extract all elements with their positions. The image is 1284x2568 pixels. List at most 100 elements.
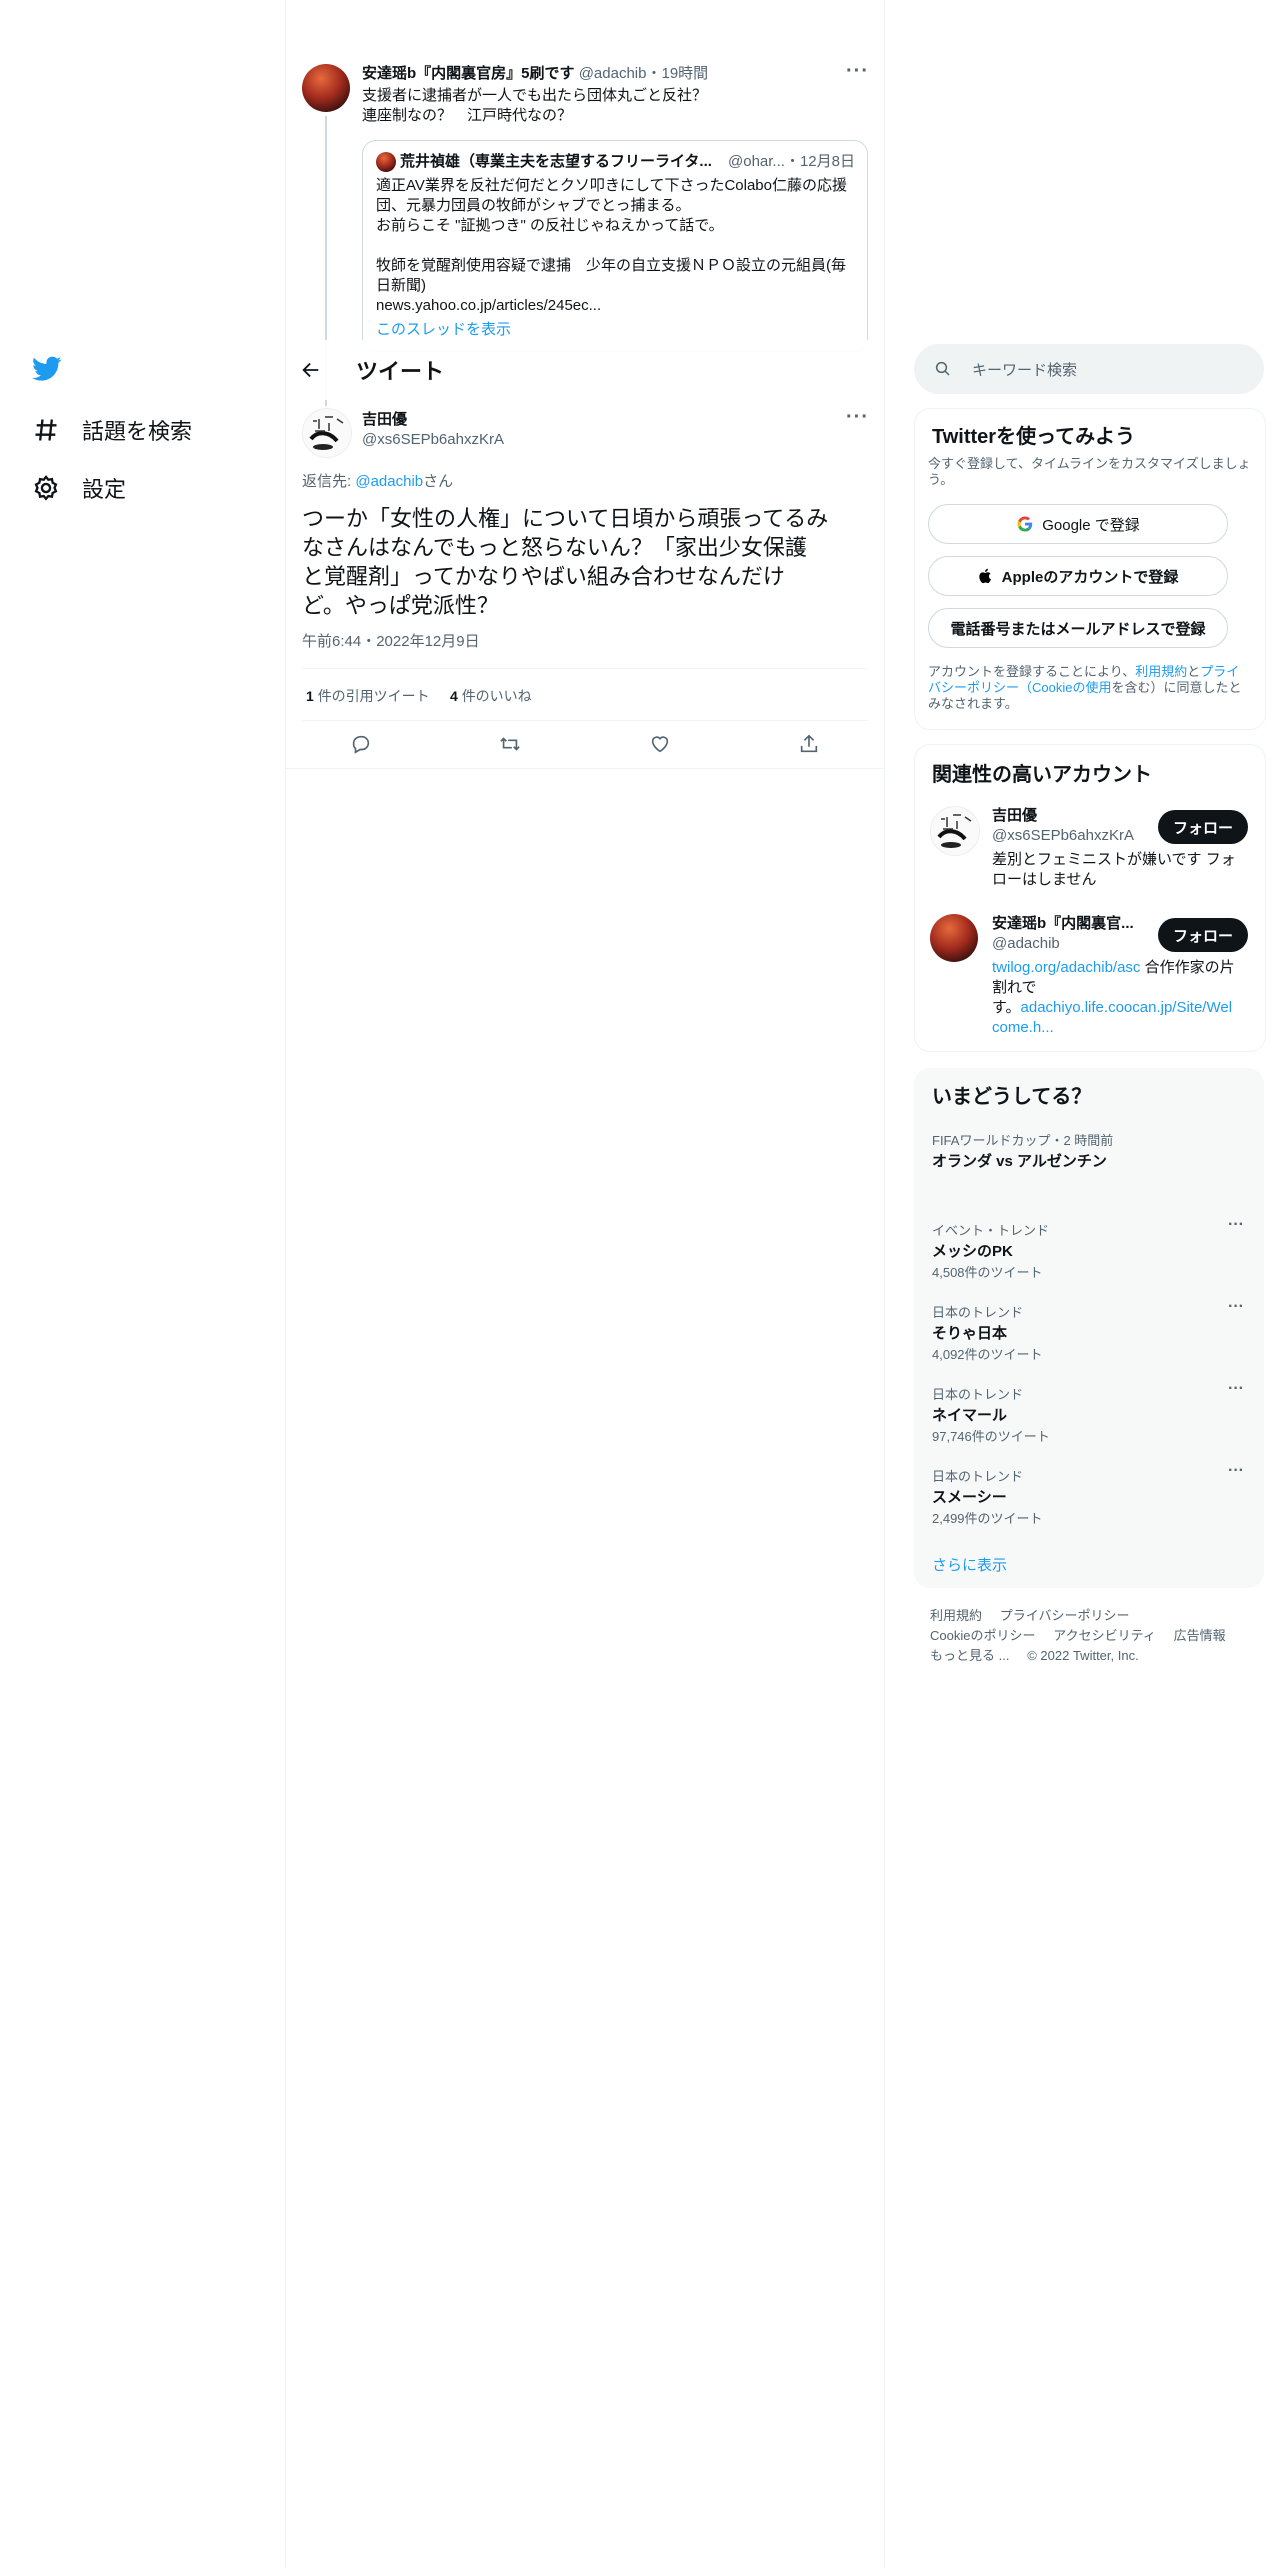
twitter-logo-icon[interactable] <box>32 356 62 387</box>
cookie-link[interactable]: Cookieの使用 <box>1032 680 1111 695</box>
privacy-link[interactable]: バシーポリシー <box>928 680 1019 695</box>
phone-email-signup-label: 電話番号またはメールアドレスで登録 <box>950 620 1206 638</box>
right-divider <box>884 0 885 2568</box>
reply-prefix: 返信先: <box>302 473 356 490</box>
share-icon[interactable] <box>798 733 820 755</box>
parent-tweet-header: 安達瑶b『内閣裏官房』5刷です @adachib・19時間 <box>362 65 709 82</box>
quoted-date: 12月8日 <box>799 153 855 170</box>
terms-link[interactable]: 利用規約 <box>1135 664 1187 679</box>
trend-name: メッシのPK <box>932 1243 1013 1260</box>
terms-text: （ <box>1019 680 1033 695</box>
search-input[interactable]: キーワード検索 <box>972 359 1077 380</box>
quoted-text-line: 日新聞) <box>376 277 426 294</box>
quoted-link[interactable]: news.yahoo.co.jp/articles/245ec... <box>376 296 856 316</box>
apple-signup-button[interactable]: Appleのアカウントで登録 <box>928 556 1228 596</box>
follow-button[interactable]: フォロー <box>1158 918 1248 952</box>
related-avatar[interactable] <box>930 806 980 856</box>
parent-author-name[interactable]: 安達瑶b『内閣裏官房』5刷です <box>362 65 575 82</box>
tweet-timestamp[interactable]: 午前6:44・2022年12月9日 <box>302 632 480 652</box>
quoted-text-line: 団、元暴力団員の牧師がシャブでとっ捕まる。 <box>376 197 691 214</box>
trend-category: 日本のトレンド <box>932 1305 1024 1320</box>
likes-stat[interactable]: 4 件のいいね <box>450 686 532 706</box>
related-bio: 差別とフェミニストが嫌いです フォ ローはしません <box>992 850 1236 890</box>
privacy-link[interactable]: プライ <box>1200 664 1239 679</box>
main-tweet-text: つーか「女性の人権」について日頃から頑張ってるみ なさんはなんでもっと怒らないん… <box>302 504 828 620</box>
main-author-handle[interactable]: @xs6SEPb6ahxzKrA <box>362 430 504 450</box>
footer-more-link[interactable]: もっと見る ... <box>930 1648 1009 1663</box>
more-options-icon[interactable]: ··· <box>846 60 869 83</box>
google-icon <box>1017 516 1033 532</box>
related-name[interactable]: 安達瑶b『内閣裏官... <box>992 914 1134 934</box>
trend-category: 日本のトレンド <box>932 1387 1024 1402</box>
nav-settings[interactable]: 設定 <box>32 472 126 504</box>
footer-privacy-link[interactable]: プライバシーポリシー <box>1000 1608 1130 1623</box>
main-text-line: と覚醒剤」ってかなりやばい組み合わせなんだけ <box>302 564 785 589</box>
terms-text: アカウントを登録することにより、 <box>928 664 1136 679</box>
show-more-trends-link[interactable]: さらに表示 <box>932 1554 1007 1575</box>
reply-context: 返信先: @adachibさん <box>302 472 453 492</box>
related-handle[interactable]: @xs6SEPb6ahxzKrA <box>992 826 1134 846</box>
more-options-icon[interactable]: ··· <box>1228 1216 1244 1234</box>
quoted-text-line: 牧師を覚醒剤使用容疑で逮捕 少年の自立支援ＮＰＯ設立の元組員(毎 <box>376 257 846 274</box>
follow-button[interactable]: フォロー <box>1158 810 1248 844</box>
related-bio-line: 割れで <box>992 979 1037 996</box>
phone-email-signup-button[interactable]: 電話番号またはメールアドレスで登録 <box>928 608 1228 648</box>
terms-text: みなされます。 <box>928 696 1018 711</box>
quoted-text-line: 適正AV業界を反社だ何だとクソ叩きにして下さったColabo仁藤の応援 <box>376 177 847 194</box>
more-options-icon[interactable]: ··· <box>1228 1298 1244 1316</box>
terms-text: と <box>1187 664 1201 679</box>
related-bio-line: ローはしません <box>992 871 1097 888</box>
signup-subtitle: 今すぐ登録して、タイムラインをカスタマイズしましょ う。 <box>928 456 1251 488</box>
google-signup-button[interactable]: Google で登録 <box>928 504 1228 544</box>
footer-copyright: © 2022 Twitter, Inc. <box>1027 1648 1139 1663</box>
trend-category: FIFAワールドカップ・2 時間前 <box>932 1133 1114 1148</box>
related-bio-line: 差別とフェミニストが嫌いです フォ <box>992 851 1236 868</box>
more-options-icon[interactable]: ··· <box>1228 1380 1244 1398</box>
related-name[interactable]: 吉田優 <box>992 806 1037 826</box>
like-icon[interactable] <box>649 733 671 755</box>
apple-signup-label: Appleのアカウントで登録 <box>1001 568 1179 586</box>
terms-text: を含む）に同意したと <box>1111 680 1242 695</box>
quoted-text: 適正AV業界を反社だ何だとクソ叩きにして下さったColabo仁藤の応援 団、元暴… <box>376 176 856 316</box>
related-avatar[interactable] <box>930 914 978 962</box>
search-box[interactable]: キーワード検索 <box>914 344 1264 394</box>
back-arrow-icon[interactable] <box>300 359 322 381</box>
parent-time[interactable]: 19時間 <box>661 65 708 82</box>
related-bio: twilog.org/adachib/asc 合作作家の片 割れで す。adac… <box>992 958 1246 1038</box>
nav-explore[interactable]: 話題を検索 <box>32 414 192 446</box>
footer-accessibility-link[interactable]: アクセシビリティ <box>1053 1628 1156 1643</box>
quote-tweets-stat[interactable]: 1 件の引用ツイート <box>306 686 430 706</box>
trend-name: オランダ vs アルゼンチン <box>932 1153 1107 1170</box>
show-thread-link[interactable]: このスレッドを表示 <box>376 320 511 340</box>
footer-links: 利用規約 プライバシーポリシー Cookieのポリシー アクセシビリティ 広告情… <box>930 1606 1226 1666</box>
gear-icon <box>34 475 58 501</box>
parent-avatar[interactable] <box>302 64 350 112</box>
related-handle[interactable]: @adachib <box>992 934 1060 954</box>
reply-icon[interactable] <box>350 733 372 755</box>
trend-count: 2,499件のツイート <box>932 1511 1043 1526</box>
footer-ads-link[interactable]: 広告情報 <box>1174 1628 1226 1643</box>
signup-title: Twitterを使ってみよう <box>932 426 1136 448</box>
signup-terms: アカウントを登録することにより、利用規約とプライ バシーポリシー（Cookieの… <box>928 664 1242 712</box>
footer-terms-link[interactable]: 利用規約 <box>930 1608 982 1623</box>
bio-link[interactable]: adachiyo.life.coocan.jp/Site/Wel <box>1021 999 1233 1016</box>
reply-to-link[interactable]: @adachib <box>355 473 423 490</box>
footer-cookie-link[interactable]: Cookieのポリシー <box>930 1628 1035 1643</box>
retweet-icon[interactable] <box>499 733 521 755</box>
related-bio-text: す。 <box>992 999 1021 1016</box>
more-options-icon[interactable]: ··· <box>1228 1462 1244 1480</box>
main-author-name[interactable]: 吉田優 <box>362 410 407 430</box>
trend-category: イベント・トレンド <box>932 1223 1050 1238</box>
reply-suffix: さん <box>423 473 454 490</box>
bio-link[interactable]: come.h... <box>992 1018 1246 1038</box>
quoted-meta: @ohar...・12月8日 <box>728 153 855 170</box>
parent-author-handle[interactable]: @adachib <box>579 65 647 82</box>
main-avatar[interactable] <box>302 408 352 458</box>
trend-name: ネイマール <box>932 1407 1008 1424</box>
trend-count: 97,746件のツイート <box>932 1429 1050 1444</box>
google-signup-label: Google で登録 <box>1042 516 1140 534</box>
bio-link[interactable]: twilog.org/adachib/asc <box>992 959 1140 976</box>
divider <box>302 668 868 669</box>
more-options-icon[interactable]: ··· <box>846 406 869 429</box>
quoted-header: 荒井禎雄（専業主夫を志望するフリーライタ... <box>400 152 712 172</box>
